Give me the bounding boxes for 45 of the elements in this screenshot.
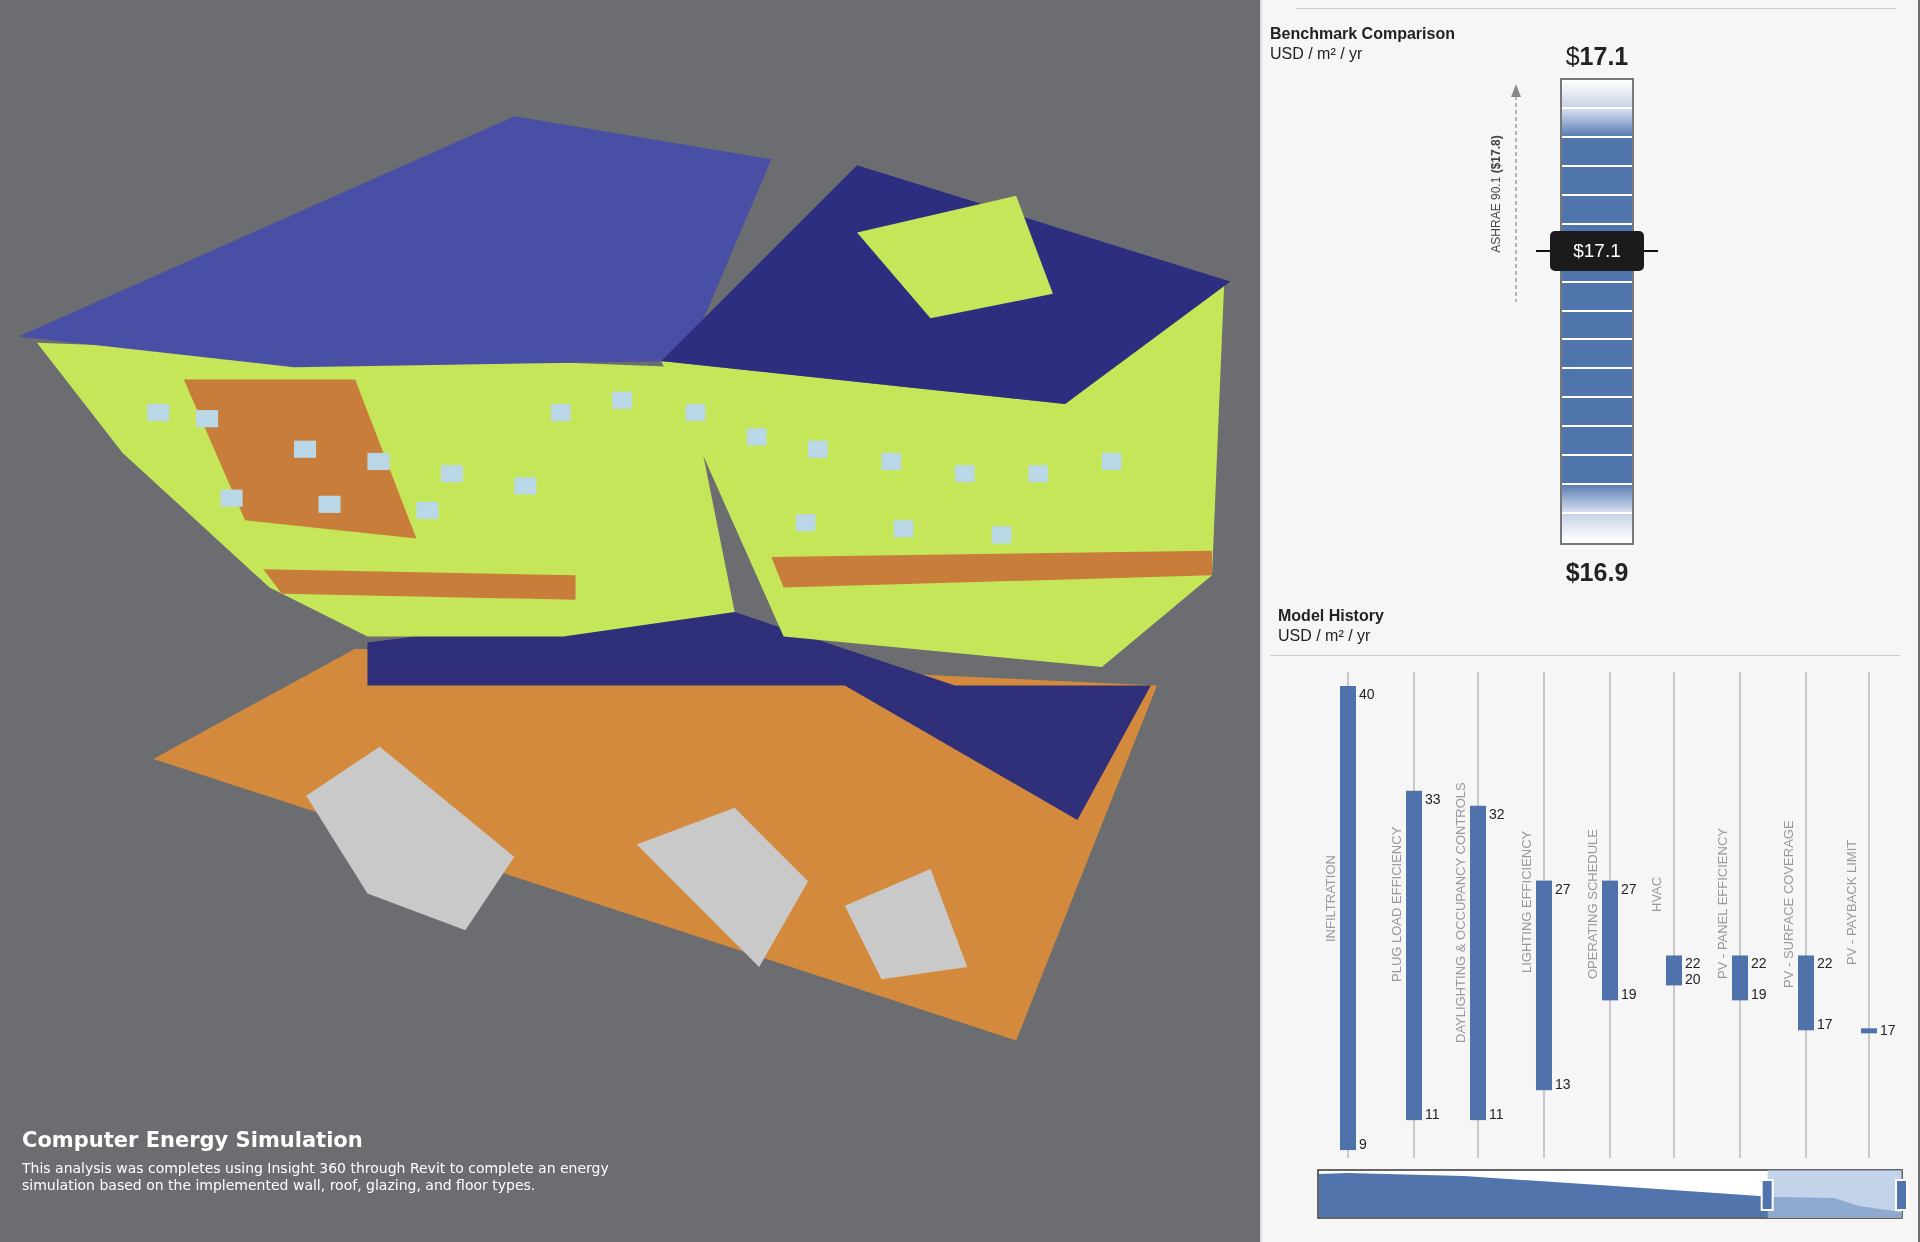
category-label: LIGHTING EFFICIENCY [1519, 830, 1534, 973]
range-bar [1861, 1028, 1877, 1034]
range-handle[interactable] [1895, 1179, 1908, 1211]
category-label: PV - PANEL EFFICIENCY [1715, 828, 1730, 979]
value-label: 13 [1555, 1076, 1571, 1093]
value-label: 19 [1751, 986, 1767, 1003]
category-label: INFILTRATION [1323, 855, 1338, 942]
value-label: 27 [1555, 880, 1571, 897]
value-label: 9 [1359, 1136, 1367, 1153]
value-label: 20 [1685, 971, 1701, 988]
caption-title: Computer Energy Simulation [22, 1128, 363, 1152]
bar-segment [1562, 80, 1632, 109]
category-label: PV - PAYBACK LIMIT [1844, 839, 1859, 965]
category-label: PLUG LOAD EFFICIENCY [1389, 826, 1404, 982]
min-value: $16.9 [1565, 557, 1629, 587]
range-bar [1666, 955, 1682, 986]
value-label: 22 [1817, 955, 1833, 972]
caption-text: This analysis was completes using Insight 360 through Revit to complete an energy simulation based on the implemented wall, roof, glazing, and floor types. [22, 1160, 610, 1194]
units-label: USD / m² / yr [1270, 45, 1363, 63]
units-label: USD / m² / yr [1278, 627, 1371, 645]
value-label: 22 [1685, 955, 1701, 972]
bar-segment [1562, 514, 1632, 543]
range-bar [1732, 955, 1748, 1001]
value-marker[interactable]: $17.1 [1550, 231, 1644, 272]
value-label: 11 [1425, 1106, 1440, 1123]
value-label: 11 [1489, 1106, 1504, 1123]
section-title: Benchmark Comparison [1270, 25, 1455, 43]
reference-label: ASHRAE 90.1 ($17.8) [1489, 135, 1503, 253]
value-label: 27 [1621, 880, 1637, 897]
value-label: 33 [1425, 790, 1441, 807]
value-label: 17 [1817, 1016, 1833, 1033]
value-label: 40 [1359, 686, 1375, 702]
value-label: 19 [1621, 986, 1637, 1003]
value-label: 32 [1489, 805, 1505, 822]
category-label: OPERATING SCHEDULE [1585, 829, 1600, 979]
category-label: HVAC [1649, 876, 1664, 912]
range-handle[interactable] [1760, 1179, 1774, 1211]
bar-segment [1562, 108, 1632, 138]
value-label: 17 [1880, 1022, 1896, 1039]
section-title: Model History [1278, 607, 1384, 625]
bar-segment [1562, 485, 1632, 515]
value-label: 22 [1751, 955, 1767, 972]
max-value: $17.1 [1565, 41, 1629, 72]
category-label: DAYLIGHTING & OCCUPANCY CONTROLS [1453, 782, 1468, 1043]
category-label: PV - SURFACE COVERAGE [1781, 820, 1796, 988]
